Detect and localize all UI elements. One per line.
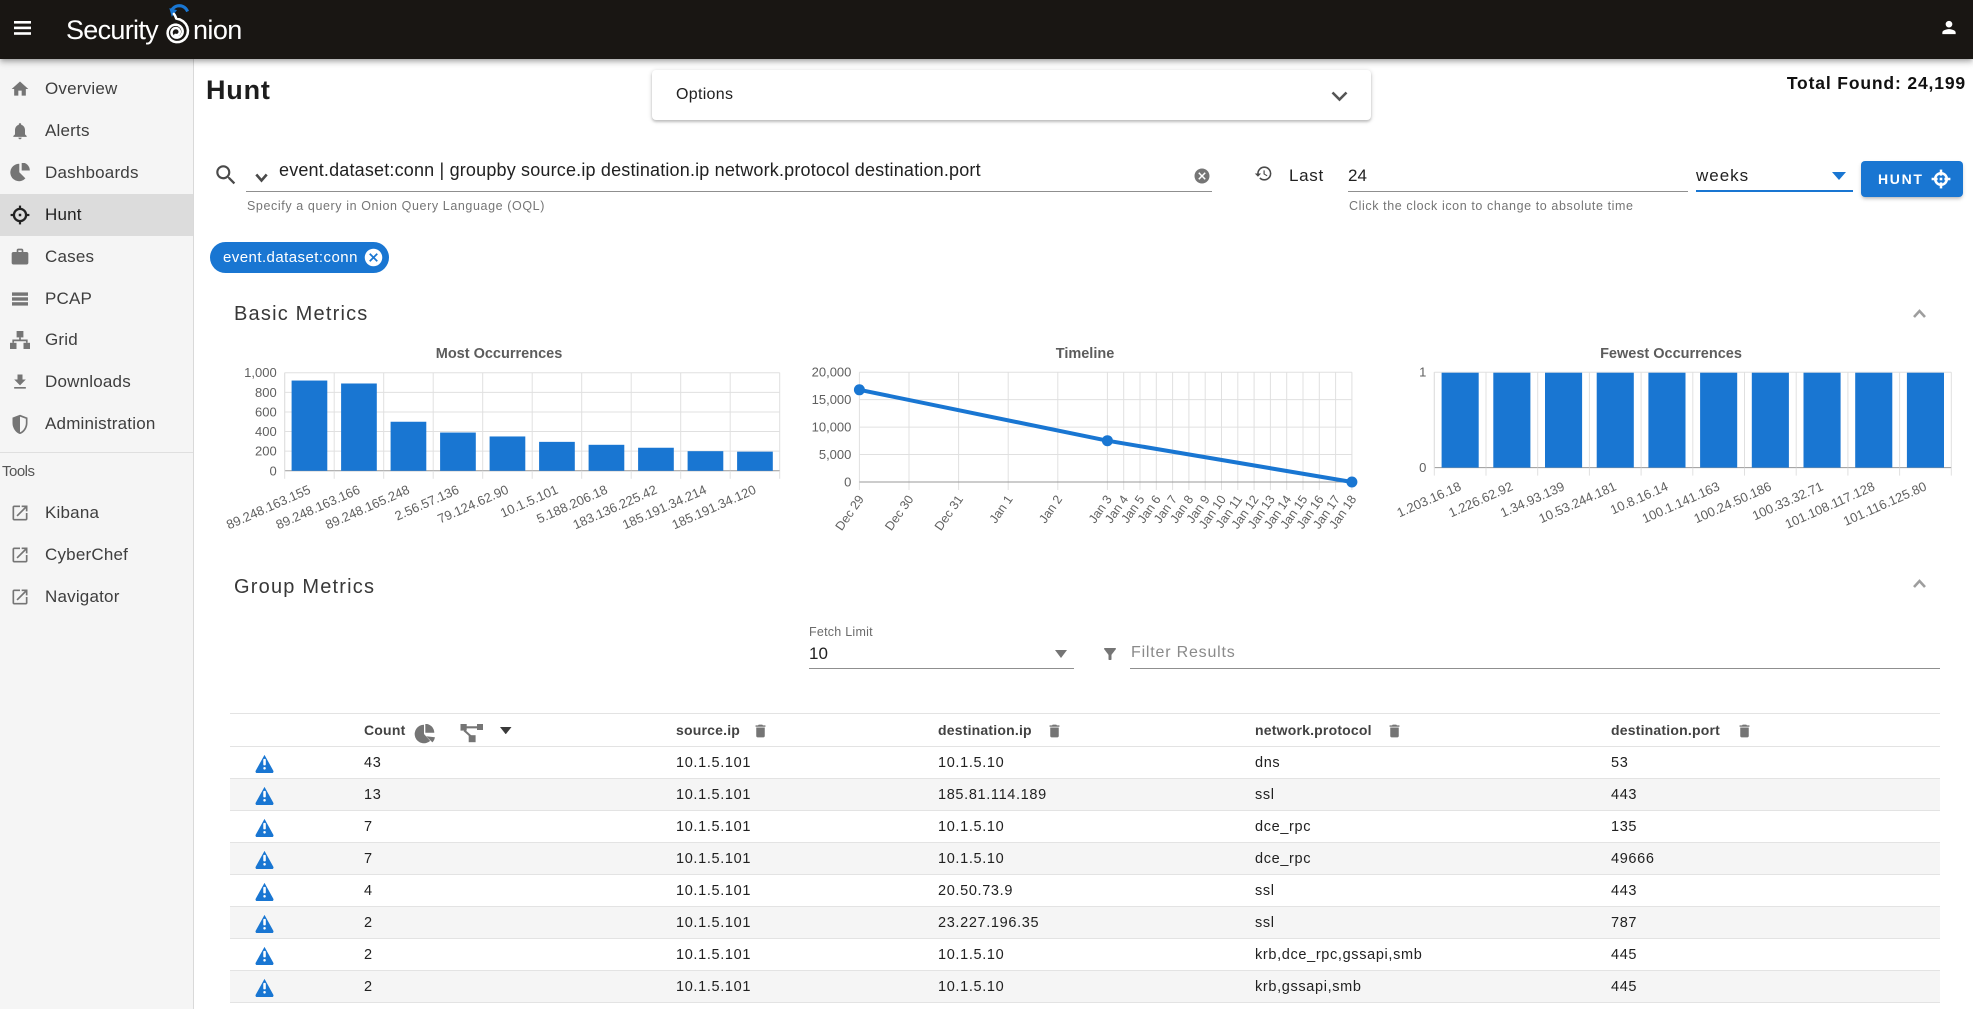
svg-text:200: 200 [255,444,277,459]
svg-text:Dec 30: Dec 30 [882,493,916,534]
svg-text:20,000: 20,000 [812,365,852,380]
svg-text:Most Occurrences: Most Occurrences [436,346,563,362]
svg-text:Dec 29: Dec 29 [833,493,867,534]
svg-text:Dec 31: Dec 31 [932,493,966,534]
svg-text:800: 800 [255,385,277,400]
svg-text:15,000: 15,000 [812,392,852,407]
svg-text:1: 1 [1419,365,1426,380]
svg-text:Timeline: Timeline [1056,346,1115,362]
svg-text:5,000: 5,000 [819,447,852,462]
svg-text:0: 0 [269,463,276,478]
svg-text:600: 600 [255,404,277,419]
svg-text:1,000: 1,000 [244,365,277,380]
svg-text:10,000: 10,000 [812,420,852,435]
svg-text:Jan 1: Jan 1 [987,493,1016,526]
svg-text:0: 0 [1419,460,1426,475]
svg-text:0: 0 [844,475,851,490]
svg-text:400: 400 [255,424,277,439]
svg-text:Jan 2: Jan 2 [1036,493,1065,526]
svg-text:Fewest Occurrences: Fewest Occurrences [1600,346,1742,362]
